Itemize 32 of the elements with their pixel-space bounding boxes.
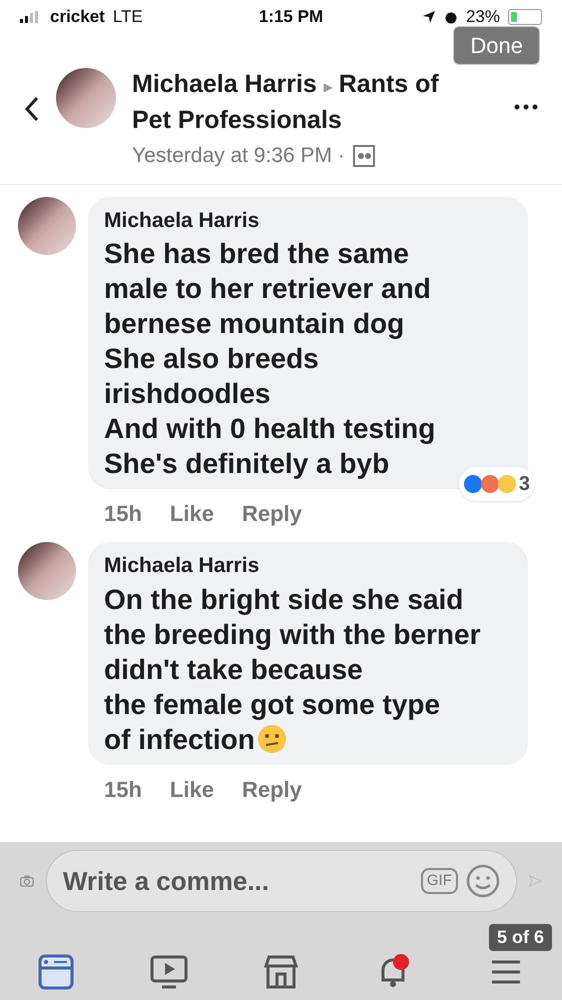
comment-field[interactable]: Write a comme... GIF xyxy=(46,850,517,912)
carrier-name: cricket xyxy=(50,6,105,28)
comment-text-line: the breeding with the berner xyxy=(104,618,480,652)
reply-link[interactable]: Reply xyxy=(242,497,302,530)
comment-text-line: She also breeds xyxy=(104,342,319,376)
comment-author: Michaela Harris xyxy=(104,208,260,234)
comment-text-line: irishdoodles xyxy=(104,377,270,411)
comment-text-line: On the bright side she said xyxy=(104,582,464,616)
image-counter: 5 of 6 xyxy=(488,924,552,951)
comment-age: 15h xyxy=(104,500,142,528)
comment-text-line: bernese mountain dog xyxy=(104,307,404,341)
comment-author: Michaela Harris xyxy=(104,553,260,579)
like-link[interactable]: Like xyxy=(170,772,214,806)
comment-text-line: didn't take because xyxy=(104,652,363,686)
post-title: Michaela Harris ▸ Rants of Pet Professionals xyxy=(132,69,440,136)
comment-text-line: of infection xyxy=(104,722,255,756)
post-time: Yesterday at 9:36 PM · xyxy=(132,143,345,169)
status-time: 1:15 PM xyxy=(258,6,324,28)
comment-age: 15h xyxy=(104,776,142,804)
like-link[interactable]: Like xyxy=(170,497,214,530)
done-button[interactable]: Done xyxy=(453,26,540,65)
comment-text-line: She has bred the same xyxy=(104,237,410,271)
comment-text-line: the female got some type xyxy=(104,688,440,722)
reactions-count: 3 xyxy=(518,472,530,497)
reactions-summary[interactable]: 3 xyxy=(458,467,534,501)
gif-button[interactable]: GIF xyxy=(420,868,458,894)
comment-text-line: She's definitely a byb xyxy=(104,447,390,481)
reply-link[interactable]: Reply xyxy=(242,772,302,806)
network-type: LTE xyxy=(112,6,143,28)
comment-text-line: male to her retriever and xyxy=(104,272,431,306)
comment-text-line: And with 0 health testing xyxy=(104,412,436,446)
battery-percent: 23% xyxy=(466,6,500,28)
